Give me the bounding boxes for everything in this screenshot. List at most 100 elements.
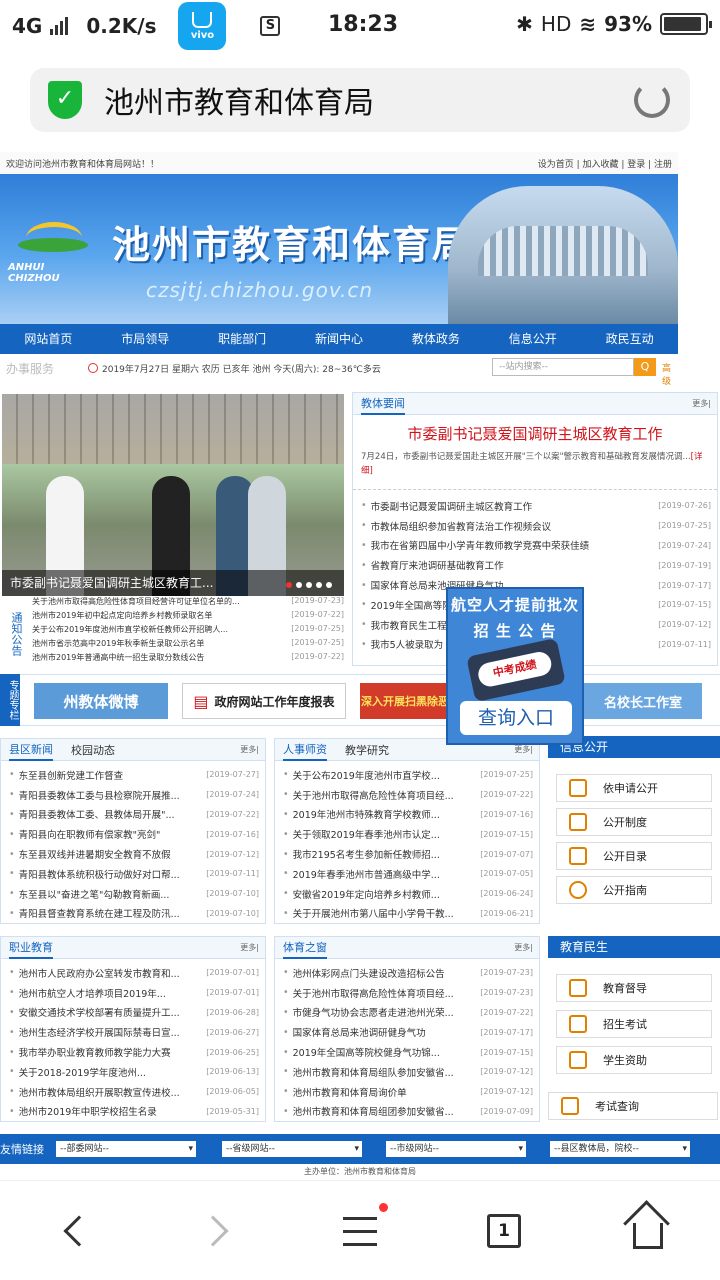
list-item[interactable]: 池州市教育和体育局组团参加安徽省...[2019-07-09]: [283, 1102, 533, 1122]
list-item[interactable]: 青阳县督查教育系统在建工程及防汛...[2019-07-10]: [9, 904, 259, 924]
floating-ad[interactable]: 航空人才提前批次 招 生 公 告 中考成绩 查询入口: [446, 587, 584, 745]
nav-item-departments[interactable]: 职能部门: [194, 324, 291, 354]
more-link[interactable]: 更多|: [514, 942, 533, 953]
list-item[interactable]: 青阳县委教体工委、县教体局开展"...[2019-07-22]: [9, 805, 259, 825]
exam-query-button[interactable]: 考试查询: [548, 1092, 718, 1120]
list-item[interactable]: 青阳县教体系统积极行动做好对口帮...[2019-07-11]: [9, 864, 259, 884]
list-item[interactable]: 东至县创新党建工作督查[2019-07-27]: [9, 765, 259, 785]
list-item[interactable]: 安徽交通技术学校部署有质量提升工...[2019-06-28]: [9, 1003, 259, 1023]
enrollment-exam-button[interactable]: 招生考试: [556, 1010, 712, 1038]
list-item[interactable]: 青阳县向在职教师有偿家教"亮剑"[2019-07-16]: [9, 824, 259, 844]
ad-query-button[interactable]: 查询入口: [460, 701, 572, 735]
list-item[interactable]: 市委副书记聂爱国调研主城区教育工作[2019-07-26]: [361, 496, 711, 516]
list-item[interactable]: 2019年全国高等院校健身气功锦...[2019-07-15]: [283, 1042, 533, 1062]
more-link[interactable]: 更多|: [240, 744, 259, 755]
list-item[interactable]: 池州市人民政府办公室转发市教育和...[2019-07-01]: [9, 963, 259, 983]
principal-studio-banner[interactable]: 名校长工作室: [584, 683, 702, 719]
sports-head[interactable]: 体育之窗: [283, 937, 327, 959]
tab-county-news[interactable]: 县区新闻: [9, 739, 53, 761]
list-item[interactable]: 关于2018-2019学年度池州...[2019-06-13]: [9, 1062, 259, 1082]
list-item[interactable]: 池州市教育和体育局询价单[2019-07-12]: [283, 1082, 533, 1102]
list-item[interactable]: 池州市2019年中职学校招生名录[2019-05-31]: [9, 1102, 259, 1122]
disclosure-rules-button[interactable]: 公开制度: [556, 808, 712, 836]
tab-teaching[interactable]: 教学研究: [345, 742, 389, 758]
reload-icon[interactable]: [634, 82, 670, 118]
footer-text: 主办单位：池州市教育和体育局: [304, 1167, 416, 1176]
list-item[interactable]: 东至县以"奋进之笔"勾勒教育新画...[2019-07-10]: [9, 884, 259, 904]
list-item[interactable]: 我市在省第四届中小学青年教师教学竞赛中荣获佳绩[2019-07-24]: [361, 536, 711, 556]
page-title[interactable]: 池州市教育和体育局: [104, 78, 374, 122]
list-item[interactable]: 市教体局组织参加省教育法治工作视频会议[2019-07-25]: [361, 516, 711, 536]
weibo-banner[interactable]: 州教体微博: [34, 683, 168, 719]
nav-item-news[interactable]: 新闻中心: [291, 324, 388, 354]
advanced-search-link[interactable]: 高级: [662, 361, 678, 387]
more-link[interactable]: 更多|: [240, 942, 259, 953]
tabs-button[interactable]: 1: [482, 1209, 526, 1253]
nav-item-info[interactable]: 信息公开: [484, 324, 581, 354]
slider-dots[interactable]: [286, 582, 332, 588]
site-search-button[interactable]: Q: [634, 358, 656, 376]
jiaoti-news-head[interactable]: 教体要闻: [361, 393, 405, 415]
student-aid-button[interactable]: 学生资助: [556, 1046, 712, 1074]
list-item[interactable]: 安徽省2019年定向培养乡村教师...[2019-06-24]: [283, 884, 533, 904]
news-slider[interactable]: 市委副书记聂爱国调研主城区教育工...: [2, 394, 344, 596]
more-link[interactable]: 更多|: [692, 398, 711, 409]
tab-personnel[interactable]: 人事师资: [283, 739, 327, 761]
county-select[interactable]: --县区教体局，院校--: [550, 1141, 690, 1157]
report-banner[interactable]: ▤ 政府网站工作年度报表: [182, 683, 346, 719]
top-links[interactable]: 设为首页 | 加入收藏 | 登录 | 注册: [538, 157, 672, 170]
nav-item-leaders[interactable]: 市局领导: [97, 324, 194, 354]
list-item[interactable]: 国家体育总局来池调研健身气功[2019-07-17]: [283, 1022, 533, 1042]
site-search-input[interactable]: --站内搜索--: [492, 358, 634, 376]
supervision-button[interactable]: 教育督导: [556, 974, 712, 1002]
nav-item-home[interactable]: 网站首页: [0, 324, 97, 354]
list-item[interactable]: 我市2195名考生参加新任教师招...[2019-07-07]: [283, 844, 533, 864]
notice-item[interactable]: 池州市省示范高中2019年秋季新生录取公示名单 [2019-07-25]: [32, 638, 344, 652]
back-button[interactable]: [52, 1209, 96, 1253]
home-button[interactable]: [626, 1209, 670, 1253]
list-item[interactable]: 池州生态经济学校开展国际禁毒日宣...[2019-06-27]: [9, 1022, 259, 1042]
list-item[interactable]: 池州体彩网点门头建设改造招标公告[2019-07-23]: [283, 963, 533, 983]
list-item[interactable]: 我市举办职业教育教师教学能力大赛[2019-06-25]: [9, 1042, 259, 1062]
tab-campus[interactable]: 校园动态: [71, 742, 115, 758]
notice-item[interactable]: 池州市2019年初中起点定向培养乡村教师录取名单 [2019-07-22]: [32, 610, 344, 624]
disclosure-catalog-button[interactable]: 公开目录: [556, 842, 712, 870]
list-item[interactable]: 池州市航空人才培养项目2019年...[2019-07-01]: [9, 983, 259, 1003]
province-select[interactable]: --省级网站--: [222, 1141, 362, 1157]
livelihood-head[interactable]: 教育民生: [548, 936, 720, 958]
anti-crime-banner[interactable]: 深入开展扫黑除恶: [360, 683, 450, 719]
address-bar[interactable]: ✓ 池州市教育和体育局: [30, 68, 690, 132]
forward-button[interactable]: [196, 1209, 240, 1253]
list-item[interactable]: 东至县双线并进暑期安全教育不放假[2019-07-12]: [9, 844, 259, 864]
notice-item[interactable]: 关于池州市取得高危险性体育项目经营许可证单位名单的... [2019-07-23]: [32, 596, 344, 610]
list-item[interactable]: 池州市教育和体育局组队参加安徽省...[2019-07-12]: [283, 1062, 533, 1082]
service-tab[interactable]: 办事服务: [6, 360, 88, 377]
list-item[interactable]: 关于领取2019年春季池州市认定...[2019-07-15]: [283, 824, 533, 844]
list-item[interactable]: 2019年池州市特殊教育学校教师...[2019-07-16]: [283, 805, 533, 825]
notice-item[interactable]: 关于公布2019年度池州市直学校新任教师公开招聘人... [2019-07-25]: [32, 624, 344, 638]
list-item[interactable]: 关于池州市取得高危险性体育项目经...[2019-07-23]: [283, 983, 533, 1003]
apply-disclosure-button[interactable]: 依申请公开: [556, 774, 712, 802]
ministry-select[interactable]: --部委网站--: [56, 1141, 196, 1157]
list-item[interactable]: 关于开展池州市第八届中小学骨干教...[2019-06-21]: [283, 904, 533, 924]
menu-button[interactable]: [338, 1203, 388, 1253]
more-link[interactable]: 更多|: [514, 744, 533, 755]
headline[interactable]: 市委副书记聂爱国调研主城区教育工作: [353, 423, 717, 444]
city-select[interactable]: --市级网站--: [386, 1141, 526, 1157]
vocational-head[interactable]: 职业教育: [9, 937, 53, 959]
list-item[interactable]: 青阳县委教体工委与县检察院开展推...[2019-07-24]: [9, 785, 259, 805]
list-item[interactable]: 池州市教体局组织开展职教宣传进校...[2019-06-05]: [9, 1082, 259, 1102]
nav-item-affairs[interactable]: 教体政务: [387, 324, 484, 354]
site-logo[interactable]: ANHUI CHIZHOU: [8, 214, 98, 284]
list-item[interactable]: 省教育厅来池调研基础教育工作[2019-07-19]: [361, 555, 711, 575]
nav-item-interaction[interactable]: 政民互动: [581, 324, 678, 354]
notice-item[interactable]: 池州市2019年普通高中统一招生录取分数线公告 [2019-07-22]: [32, 652, 344, 666]
personnel-panel: 人事师资 教学研究 更多| 关于公布2019年度池州市直学校...[2019-07-…: [274, 738, 540, 924]
list-item[interactable]: 关于公布2019年度池州市直学校...[2019-07-25]: [283, 765, 533, 785]
list-item[interactable]: 市健身气功协会志愿者走进池州光荣...[2019-07-22]: [283, 1003, 533, 1023]
disclosure-guide-button[interactable]: 公开指南: [556, 876, 712, 904]
headline-summary: 7月24日，市委副书记聂爱国赴主城区开展"三个以案"警示教育和基础教育发展情况调…: [353, 444, 717, 490]
document-icon: [569, 1015, 587, 1033]
list-item[interactable]: 2019年春季池州市普通高级中学...[2019-07-05]: [283, 864, 533, 884]
list-item[interactable]: 关于池州市取得高危险性体育项目经...[2019-07-22]: [283, 785, 533, 805]
